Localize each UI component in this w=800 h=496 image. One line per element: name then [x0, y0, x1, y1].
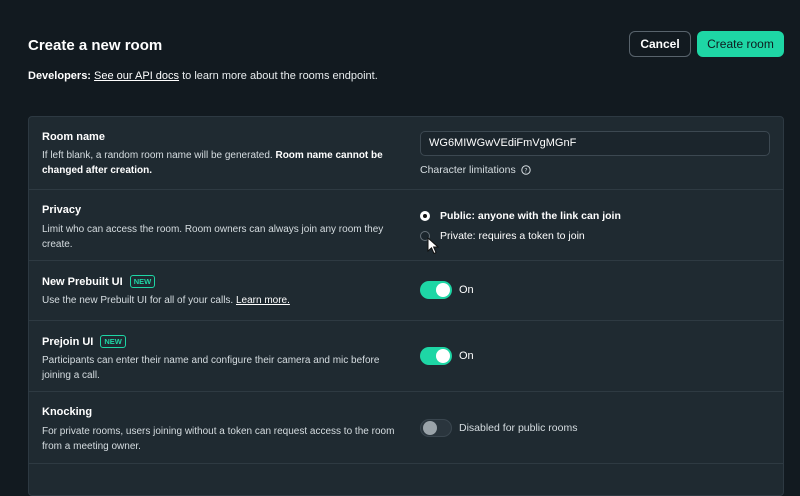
- character-limitations-label: Character limitations: [420, 164, 516, 176]
- developers-label: Developers:: [28, 70, 91, 82]
- cancel-button[interactable]: Cancel: [629, 31, 691, 57]
- prebuilt-ui-title-text: New Prebuilt UI: [42, 275, 123, 288]
- toggle-knob: [436, 283, 450, 297]
- room-settings-panel: Room name If left blank, a random room n…: [28, 116, 784, 496]
- privacy-option-public-label: Public: anyone with the link can join: [440, 210, 621, 222]
- page-title: Create a new room: [28, 37, 163, 54]
- prebuilt-ui-toggle[interactable]: [420, 281, 452, 299]
- prebuilt-ui-row: New Prebuilt UI NEW Use the new Prebuilt…: [29, 261, 783, 321]
- privacy-description: Limit who can access the room. Room owne…: [42, 224, 384, 250]
- knocking-toggle[interactable]: [420, 419, 452, 437]
- room-name-desc-text: If left blank, a random room name will b…: [42, 150, 273, 161]
- prejoin-ui-toggle[interactable]: [420, 347, 452, 365]
- room-name-row: Room name If left blank, a random room n…: [29, 117, 783, 190]
- privacy-option-public[interactable]: Public: anyone with the link can join: [420, 210, 621, 222]
- prejoin-ui-state: On: [459, 350, 474, 362]
- info-icon[interactable]: ?: [521, 165, 531, 175]
- prejoin-ui-row: Prejoin UI NEW Participants can enter th…: [29, 321, 783, 392]
- toggle-knob: [436, 349, 450, 363]
- create-room-button[interactable]: Create room: [697, 31, 784, 57]
- new-badge: NEW: [100, 335, 126, 348]
- mouse-cursor-icon: [427, 237, 440, 255]
- learn-more-link[interactable]: Learn more.: [236, 295, 290, 306]
- prebuilt-ui-desc-text: Use the new Prebuilt UI for all of your …: [42, 295, 234, 306]
- new-badge: NEW: [129, 275, 156, 288]
- developers-note: Developers: See our API docs to learn mo…: [28, 70, 378, 82]
- knocking-toggle-group: Disabled for public rooms: [420, 419, 577, 437]
- prebuilt-ui-state: On: [459, 284, 474, 296]
- prebuilt-ui-toggle-group: On: [420, 281, 474, 299]
- room-name-title: Room name: [42, 131, 105, 143]
- privacy-option-private[interactable]: Private: requires a token to join: [420, 230, 585, 242]
- svg-text:?: ?: [524, 167, 527, 174]
- prejoin-ui-title: Prejoin UI NEW: [42, 335, 126, 348]
- radio-selected-icon[interactable]: [420, 211, 430, 221]
- toggle-knob: [423, 421, 437, 435]
- prebuilt-ui-title: New Prebuilt UI NEW: [42, 275, 156, 288]
- character-limitations[interactable]: Character limitations ?: [420, 164, 531, 176]
- prebuilt-ui-description: Use the new Prebuilt UI for all of your …: [42, 293, 397, 308]
- knocking-state: Disabled for public rooms: [459, 422, 578, 434]
- knocking-description: For private rooms, users joining without…: [42, 426, 395, 452]
- room-name-description: If left blank, a random room name will b…: [42, 148, 397, 178]
- prejoin-ui-title-text: Prejoin UI: [42, 335, 94, 348]
- knocking-title: Knocking: [42, 406, 93, 418]
- prejoin-ui-description: Participants can enter their name and co…: [42, 355, 380, 381]
- privacy-row: Privacy Limit who can access the room. R…: [29, 190, 783, 261]
- prejoin-ui-toggle-group: On: [420, 347, 474, 365]
- developers-text: to learn more about the rooms endpoint.: [182, 70, 378, 82]
- api-docs-link[interactable]: See our API docs: [94, 70, 179, 82]
- privacy-title: Privacy: [42, 204, 82, 216]
- knocking-row: Knocking For private rooms, users joinin…: [29, 392, 783, 464]
- privacy-option-private-label: Private: requires a token to join: [440, 230, 585, 242]
- room-name-input[interactable]: WG6MIWGwVEdiFmVgMGnF: [420, 131, 770, 156]
